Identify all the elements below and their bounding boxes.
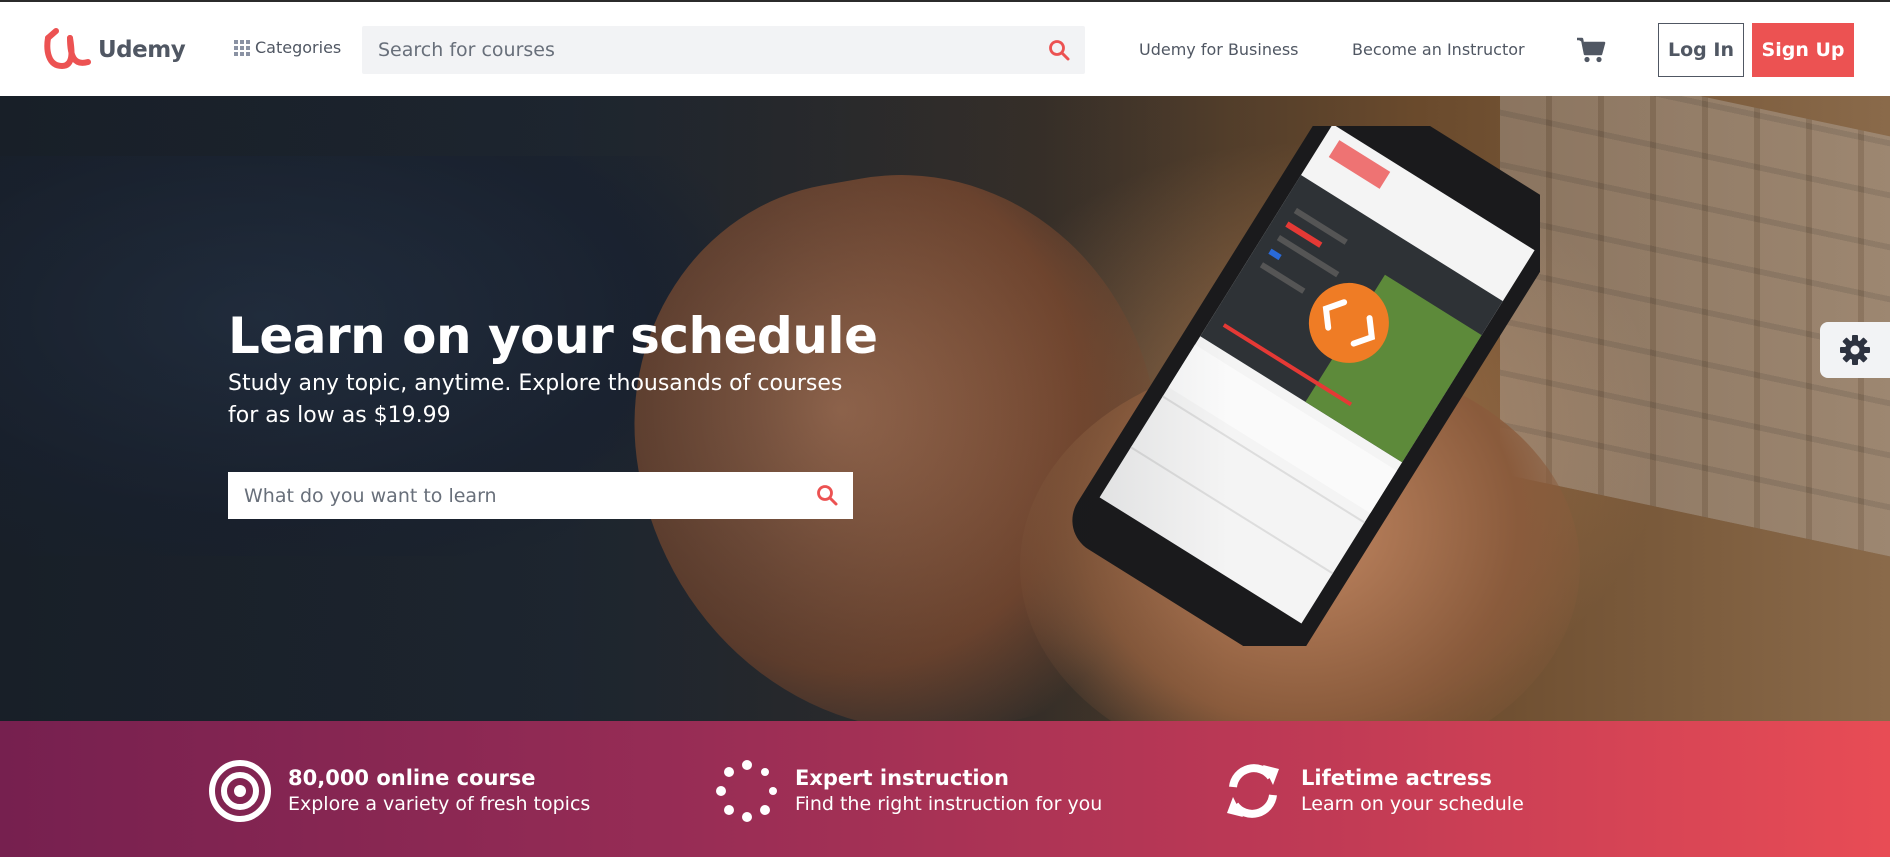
- feature-courses: 80,000 online course Explore a variety o…: [208, 759, 590, 823]
- grid-icon: [234, 39, 250, 56]
- udemy-for-business-link[interactable]: Udemy for Business: [1139, 40, 1299, 59]
- features-band: 80,000 online course Explore a variety o…: [0, 721, 1890, 857]
- header-search-input[interactable]: [362, 26, 1022, 74]
- become-instructor-link[interactable]: Become an Instructor: [1352, 40, 1525, 59]
- hero-banner: Learn on your schedule Study any topic, …: [0, 96, 1890, 721]
- refresh-icon: [1227, 764, 1279, 818]
- feature-title: Lifetime actress: [1301, 766, 1492, 790]
- feature-title: Expert instruction: [795, 766, 1009, 790]
- feature-text: Find the right instruction for you: [795, 793, 1103, 815]
- site-header: Udemy Categories Udemy for Business Beco…: [0, 2, 1890, 96]
- udemy-logo-mark-icon: [44, 28, 91, 70]
- feature-lifetime: Lifetime actress Learn on your schedule: [1221, 759, 1524, 823]
- signup-button[interactable]: Sign Up: [1752, 23, 1854, 77]
- hero-search-bar: [228, 472, 853, 519]
- search-icon[interactable]: [1047, 38, 1071, 62]
- udemy-logo-text: Udemy: [98, 37, 186, 63]
- gear-icon: [1840, 335, 1870, 365]
- loading-dots-icon: [716, 760, 777, 822]
- cart-icon[interactable]: [1576, 36, 1606, 64]
- hero-subtitle: Study any topic, anytime. Explore thousa…: [228, 371, 843, 428]
- hero-search-input[interactable]: [228, 472, 788, 519]
- categories-label: Categories: [255, 38, 342, 57]
- search-icon[interactable]: [815, 483, 839, 507]
- udemy-logo[interactable]: Udemy: [44, 26, 186, 74]
- hero-title: Learn on your schedule: [228, 307, 878, 365]
- header-search-bar: [362, 26, 1085, 74]
- feature-instruction: Expert instruction Find the right instru…: [715, 759, 1102, 823]
- feature-title: 80,000 online course: [288, 766, 536, 790]
- categories-menu[interactable]: Categories: [234, 38, 341, 57]
- login-button[interactable]: Log In: [1658, 23, 1744, 77]
- feature-text: Learn on your schedule: [1301, 793, 1524, 815]
- settings-tab[interactable]: [1820, 322, 1890, 378]
- feature-text: Explore a variety of fresh topics: [288, 793, 591, 815]
- target-icon: [209, 760, 271, 822]
- hero-content: Learn on your schedule Study any topic, …: [228, 306, 878, 519]
